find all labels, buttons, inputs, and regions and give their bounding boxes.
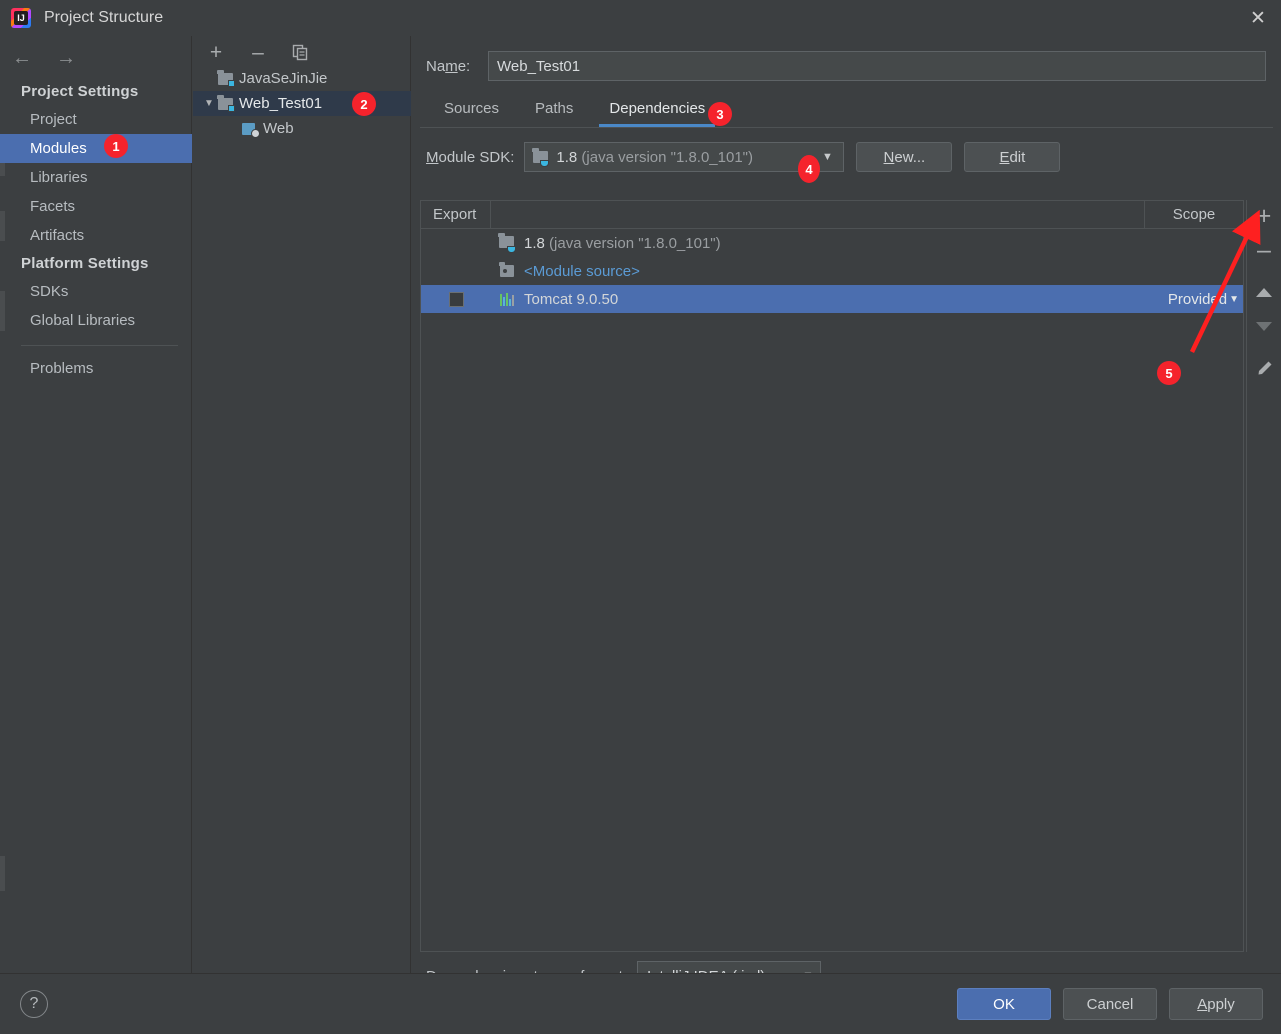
dependencies-table: Export Scope 1.8 (java version "1.8.0_10… [420,200,1244,952]
window-title: Project Structure [44,9,164,26]
dependency-name-cell: <Module source> [491,262,1145,280]
edit-dependency-icon[interactable] [1250,356,1278,380]
module-sdk-value: 1.8 (java version "1.8.0_101") [556,149,815,166]
export-checkbox[interactable] [448,291,464,307]
jdk-icon [498,233,517,253]
sidebar-item-global-libraries[interactable]: Global Libraries [0,306,192,335]
close-icon[interactable]: ✕ [1235,0,1281,36]
tree-row-web-test01[interactable]: ▼ Web_Test01 [193,91,411,116]
jdk-icon [532,147,550,167]
move-down-button[interactable] [1250,314,1278,338]
add-dependency-button[interactable]: + [1250,203,1278,228]
chevron-down-icon[interactable]: ▼ [1229,294,1239,305]
library-bars-icon [499,291,517,307]
module-tree-rows: JavaSeJinJie ▼ Web_Test01 Web [193,66,411,141]
dependency-name-cell: Tomcat 9.0.50 [491,291,1145,308]
sidebar-item-modules[interactable]: Modules [0,134,192,163]
sidebar-item-label: Modules [30,140,87,157]
module-sdk-label: Module SDK: [426,148,515,166]
sidebar-group-project-settings: Project Settings [21,83,139,100]
annotation-badge-2: 2 [352,92,376,116]
dependency-name-cell: 1.8 (java version "1.8.0_101") [491,233,1145,253]
module-icon [217,94,235,112]
project-structure-dialog: IJ Project Structure ✕ ← → Project Setti… [0,0,1281,1034]
sidebar-navigation: ← → [10,46,78,70]
sidebar-item-project[interactable]: Project [0,105,192,134]
sidebar-item-facets[interactable]: Facets [0,192,192,221]
module-source-icon [499,262,517,279]
move-up-button[interactable] [1250,280,1278,304]
remove-dependency-button[interactable]: – [1250,237,1278,262]
dependency-detail: (java version "1.8.0_101") [549,234,721,252]
module-sdk-combo[interactable]: 1.8 (java version "1.8.0_101") ▼ [524,142,845,172]
annotation-badge-5: 5 [1157,361,1181,385]
dependency-name: <Module source> [524,262,640,280]
module-sdk-version: 1.8 [556,148,578,166]
sidebar-list: Project Settings Project Modules Librari… [0,78,192,383]
sidebar-item-artifacts[interactable]: Artifacts [0,221,192,250]
module-name-input[interactable] [488,51,1266,81]
add-module-button[interactable]: + [205,41,227,63]
tree-row-label: Web [263,120,294,137]
dependencies-side-toolbar: + – [1246,200,1281,952]
module-sdk-row: Module SDK: 1.8 (java version "1.8.0_101… [426,141,1061,173]
cancel-button[interactable]: Cancel [1063,988,1157,1020]
column-header-name[interactable] [491,201,1145,228]
tree-row-web-facet[interactable]: Web [193,116,411,141]
dependencies-table-header: Export Scope [421,201,1243,229]
tab-paths[interactable]: Paths [517,93,591,127]
annotation-badge-4: 4 [798,155,820,183]
intellij-idea-icon: IJ [11,8,31,28]
dependency-name: 1.8 [524,234,545,252]
tree-row-label: JavaSeJinJie [239,70,328,87]
title-bar: IJ Project Structure ✕ [0,0,1281,36]
dialog-footer: ? OK Cancel Apply [0,973,1281,1034]
sidebar-item-sdks[interactable]: SDKs [0,277,192,306]
chevron-down-icon[interactable]: ▼ [201,98,217,109]
module-name-row: Name: [426,51,1266,81]
module-sdk-detail: (java version "1.8.0_101") [581,148,753,166]
dependency-export-cell [421,291,491,307]
sidebar-group-platform-settings: Platform Settings [21,255,149,272]
dialog-actions: OK Cancel Apply [957,988,1263,1020]
forward-icon[interactable]: → [54,46,78,70]
web-facet-icon [241,121,260,138]
table-row[interactable]: 1.8 (java version "1.8.0_101") [421,229,1243,257]
table-row[interactable]: Tomcat 9.0.50 Provided ▼ [421,285,1243,313]
tree-row-javasejinjie[interactable]: JavaSeJinJie [193,66,411,91]
column-header-scope[interactable]: Scope [1145,201,1243,228]
tabs-divider [420,127,1273,128]
dependency-name: Tomcat 9.0.50 [524,290,619,308]
module-editor-panel: Name: Sources Paths Dependencies Module … [412,36,1281,991]
tree-row-label: Web_Test01 [239,95,323,112]
module-name-label: Name: [426,57,471,75]
help-button[interactable]: ? [20,990,48,1018]
tab-sources[interactable]: Sources [426,93,517,127]
sidebar-item-problems[interactable]: Problems [0,354,192,383]
edit-sdk-button[interactable]: Edit [964,142,1061,172]
remove-module-button[interactable]: – [247,41,269,63]
annotation-badge-1: 1 [104,134,128,158]
new-sdk-button[interactable]: New... [856,142,953,172]
annotation-badge-3: 3 [708,102,732,126]
sidebar-divider [21,345,178,346]
ok-button[interactable]: OK [957,988,1051,1020]
settings-sidebar: ← → Project Settings Project Modules Lib… [0,36,192,973]
module-icon [217,69,235,87]
copy-module-icon[interactable] [289,41,311,63]
table-row[interactable]: <Module source> [421,257,1243,285]
back-icon[interactable]: ← [10,46,34,70]
module-tree-panel: + – JavaSeJinJie ▼ Web_Test01 Web [193,36,411,973]
dependency-scope-cell[interactable]: Provided ▼ [1145,291,1243,308]
dependency-scope-value: Provided [1167,290,1228,308]
module-tabs: Sources Paths Dependencies [426,93,1266,127]
tab-dependencies[interactable]: Dependencies [591,93,723,127]
sidebar-item-libraries[interactable]: Libraries [0,163,192,192]
apply-button[interactable]: Apply [1169,988,1263,1020]
module-tree-toolbar: + – [193,36,411,68]
column-header-export[interactable]: Export [421,201,491,228]
